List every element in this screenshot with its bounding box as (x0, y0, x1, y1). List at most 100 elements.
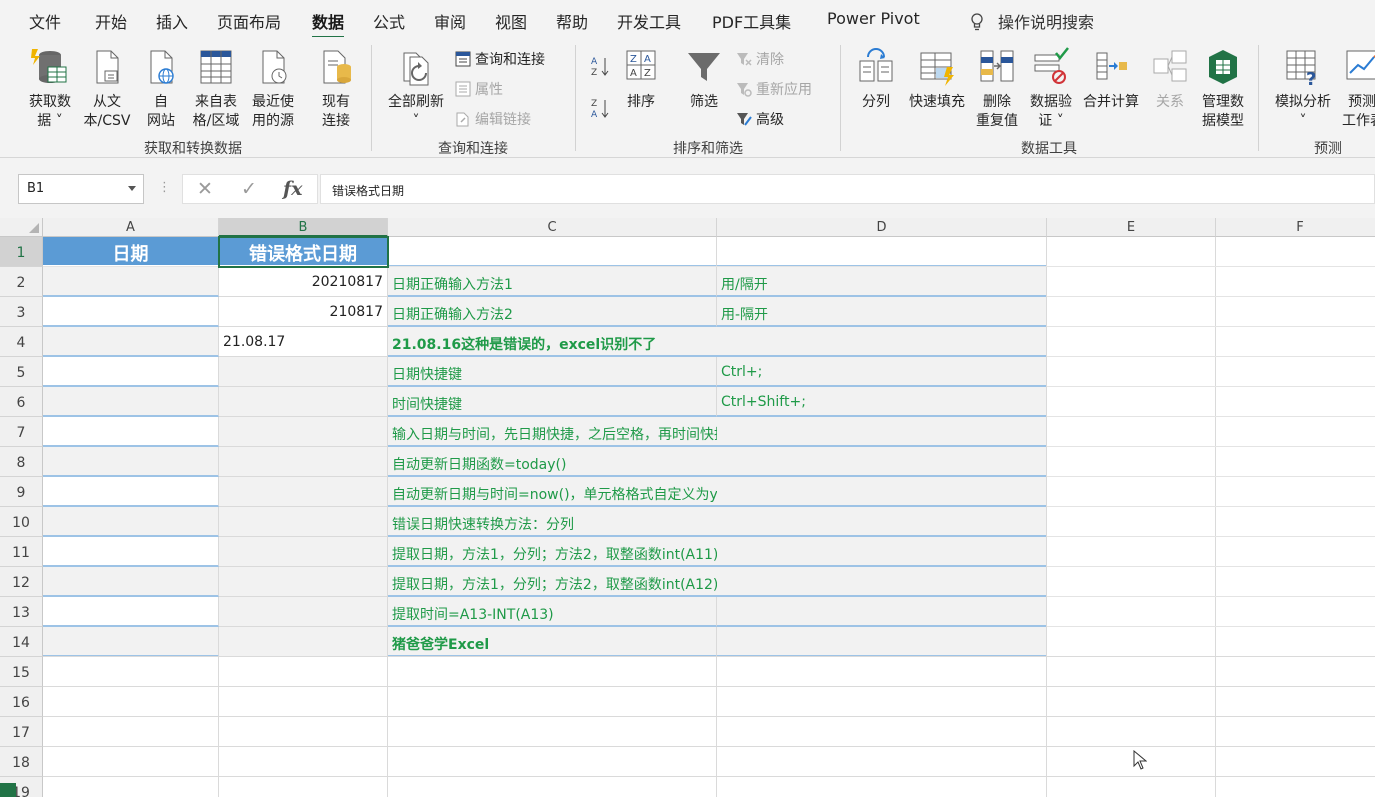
cancel-icon[interactable]: ✕ (197, 178, 213, 200)
cell-c10[interactable]: 错误日期快速转换方法：分列 (388, 507, 717, 537)
cell-d9[interactable] (717, 477, 1047, 507)
row-header[interactable]: 9 (0, 477, 43, 507)
from-web-button[interactable]: 自 网站 (140, 47, 182, 131)
column-header-c[interactable]: C (388, 218, 717, 237)
row-header[interactable]: 7 (0, 417, 43, 447)
cell-b4[interactable]: 21.08.17 (219, 327, 388, 357)
tab-file[interactable]: 文件 (29, 9, 61, 33)
row-header[interactable]: 6 (0, 387, 43, 417)
manage-data-model-button[interactable]: 管理数 据模型 (1196, 47, 1250, 131)
tab-data[interactable]: 数据 (312, 9, 345, 39)
cell-a13[interactable] (43, 597, 219, 627)
row-header[interactable]: 15 (0, 657, 43, 687)
cell-a9[interactable] (43, 477, 219, 507)
cell-d3[interactable]: 用-隔开 (717, 297, 1047, 327)
cell-a14[interactable] (43, 627, 219, 657)
select-all-button[interactable] (0, 218, 43, 237)
cell-c8[interactable]: 自动更新日期函数=today() (388, 447, 717, 477)
column-header-b[interactable]: B (219, 218, 388, 237)
cell-b13[interactable] (219, 597, 388, 627)
refresh-all-button[interactable]: 全部刷新 ˅ (382, 47, 450, 131)
cell-a6[interactable] (43, 387, 219, 417)
recent-sources-button[interactable]: 最近使 用的源 (246, 47, 300, 131)
row-header[interactable]: 18 (0, 747, 43, 777)
cell-d1[interactable] (717, 237, 1047, 267)
cell-d7[interactable] (717, 417, 1047, 447)
forecast-sheet-button[interactable]: 预测 工作表 (1342, 47, 1375, 131)
cell-a2[interactable] (43, 267, 219, 297)
insert-function-icon[interactable]: fx (283, 178, 303, 200)
cell-b11[interactable] (219, 537, 388, 567)
existing-connections-button[interactable]: 现有 连接 (314, 47, 358, 131)
cell-d10[interactable] (717, 507, 1047, 537)
row-header[interactable]: 12 (0, 567, 43, 597)
cell-a4[interactable] (43, 327, 219, 357)
sort-ascending-button[interactable]: AZ (590, 55, 610, 81)
column-header-a[interactable]: A (43, 218, 219, 237)
row-header[interactable]: 16 (0, 687, 43, 717)
cell-c12[interactable]: 提取日期，方法1，分列；方法2，取整函数int(A12)或text(A12,"y… (388, 567, 897, 597)
cell-a5[interactable] (43, 357, 219, 387)
cell-d8[interactable] (717, 447, 1047, 477)
cell-d14[interactable] (717, 627, 1047, 657)
tab-home[interactable]: 开始 (95, 9, 127, 33)
cell-c11[interactable]: 提取日期，方法1，分列；方法2，取整函数int(A11)或text(A11,"y… (388, 537, 897, 567)
cell-b12[interactable] (219, 567, 388, 597)
sort-descending-button[interactable]: ZA (590, 97, 610, 123)
filter-button[interactable]: 筛选 (684, 47, 724, 112)
row-header[interactable]: 14 (0, 627, 43, 657)
row-header[interactable]: 11 (0, 537, 43, 567)
relationships-button[interactable]: 关系 (1148, 47, 1192, 112)
what-if-analysis-button[interactable]: ? 模拟分析 ˅ (1268, 47, 1338, 131)
cell-d12[interactable] (717, 567, 1047, 597)
remove-duplicates-button[interactable]: 删除 重复值 (974, 47, 1020, 131)
row-header[interactable]: 5 (0, 357, 43, 387)
row-header[interactable]: 2 (0, 267, 43, 297)
cell-d13[interactable] (717, 597, 1047, 627)
cell-a3[interactable] (43, 297, 219, 327)
column-header-f[interactable]: F (1216, 218, 1375, 237)
get-data-button[interactable]: 获取数 据 ˅ (24, 47, 76, 131)
cell-c9[interactable]: 自动更新日期与时间=now()，单元格格式自定义为yyyy/m/d hh:mm，… (388, 477, 955, 507)
cell-a1[interactable]: 日期 (43, 237, 219, 267)
cell-d5[interactable]: Ctrl+; (717, 357, 1047, 387)
cell-b14[interactable] (219, 627, 388, 657)
cell-d2[interactable]: 用/隔开 (717, 267, 1047, 297)
cell-a11[interactable] (43, 537, 219, 567)
cell-c1[interactable] (388, 237, 717, 267)
tab-view[interactable]: 视图 (495, 9, 527, 33)
row-header[interactable]: 10 (0, 507, 43, 537)
row-header[interactable]: 17 (0, 717, 43, 747)
sort-button[interactable]: ZAAZ 排序 (618, 47, 664, 112)
flash-fill-button[interactable]: 快速填充 (904, 47, 970, 112)
cell-a7[interactable] (43, 417, 219, 447)
edit-links-button[interactable]: 编辑链接 (455, 109, 531, 129)
cell-c13[interactable]: 提取时间=A13-INT(A13) (388, 597, 717, 627)
properties-button[interactable]: 属性 (455, 79, 503, 99)
cell-a10[interactable] (43, 507, 219, 537)
cell-a8[interactable] (43, 447, 219, 477)
cell-b7[interactable] (219, 417, 388, 447)
tab-pdf-tools[interactable]: PDF工具集 (712, 9, 791, 33)
cell-c4[interactable]: 21.08.16这种是错误的，excel识别不了 (388, 327, 717, 357)
tell-me-search[interactable]: 操作说明搜索 (970, 9, 1094, 33)
formula-input[interactable]: 错误格式日期 (320, 174, 1375, 204)
cell-c14[interactable]: 猪爸爸学Excel (388, 627, 717, 657)
row-header[interactable]: 4 (0, 327, 43, 357)
row-header[interactable]: 13 (0, 597, 43, 627)
cell-d11[interactable] (717, 537, 1047, 567)
column-header-e[interactable]: E (1047, 218, 1216, 237)
cell-c7[interactable]: 输入日期与时间，先日期快捷，之后空格，再时间快捷键 (388, 417, 742, 447)
tab-formulas[interactable]: 公式 (373, 9, 405, 33)
cell-b9[interactable] (219, 477, 388, 507)
chevron-down-icon[interactable] (128, 186, 136, 191)
text-to-columns-button[interactable]: 分列 (856, 47, 896, 112)
reapply-button[interactable]: 重新应用 (736, 79, 812, 99)
column-header-d[interactable]: D (717, 218, 1047, 237)
cell-c5[interactable]: 日期快捷键 (388, 357, 717, 387)
enter-check-icon[interactable]: ✓ (241, 178, 257, 200)
tab-help[interactable]: 帮助 (556, 9, 588, 33)
cell-d6[interactable]: Ctrl+Shift+; (717, 387, 1047, 417)
tab-power-pivot[interactable]: Power Pivot (827, 9, 920, 28)
cell-b10[interactable] (219, 507, 388, 537)
